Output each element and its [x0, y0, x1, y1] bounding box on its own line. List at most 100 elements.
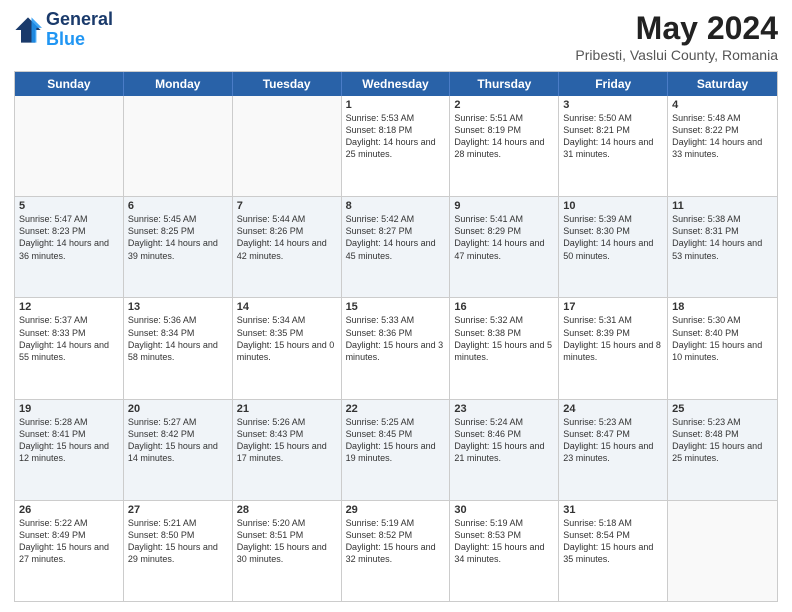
day-number: 7 — [237, 200, 337, 212]
calendar-row-4: 26Sunrise: 5:22 AM Sunset: 8:49 PM Dayli… — [15, 500, 777, 601]
cell-day-11: 11Sunrise: 5:38 AM Sunset: 8:31 PM Dayli… — [668, 197, 777, 297]
month-title: May 2024 — [575, 10, 778, 47]
cell-day-20: 20Sunrise: 5:27 AM Sunset: 8:42 PM Dayli… — [124, 400, 233, 500]
day-headers: SundayMondayTuesdayWednesdayThursdayFrid… — [15, 72, 777, 96]
day-header-monday: Monday — [124, 72, 233, 96]
day-number: 4 — [672, 99, 773, 111]
cell-day-19: 19Sunrise: 5:28 AM Sunset: 8:41 PM Dayli… — [15, 400, 124, 500]
day-number: 25 — [672, 403, 773, 415]
day-header-thursday: Thursday — [450, 72, 559, 96]
day-number: 24 — [563, 403, 663, 415]
cell-day-17: 17Sunrise: 5:31 AM Sunset: 8:39 PM Dayli… — [559, 298, 668, 398]
day-header-wednesday: Wednesday — [342, 72, 451, 96]
cell-info: Sunrise: 5:41 AM Sunset: 8:29 PM Dayligh… — [454, 213, 554, 262]
cell-day-10: 10Sunrise: 5:39 AM Sunset: 8:30 PM Dayli… — [559, 197, 668, 297]
cell-info: Sunrise: 5:50 AM Sunset: 8:21 PM Dayligh… — [563, 112, 663, 161]
day-number: 18 — [672, 301, 773, 313]
day-number: 20 — [128, 403, 228, 415]
cell-info: Sunrise: 5:23 AM Sunset: 8:47 PM Dayligh… — [563, 416, 663, 465]
cell-day-15: 15Sunrise: 5:33 AM Sunset: 8:36 PM Dayli… — [342, 298, 451, 398]
cell-day-16: 16Sunrise: 5:32 AM Sunset: 8:38 PM Dayli… — [450, 298, 559, 398]
cell-info: Sunrise: 5:27 AM Sunset: 8:42 PM Dayligh… — [128, 416, 228, 465]
cell-day-24: 24Sunrise: 5:23 AM Sunset: 8:47 PM Dayli… — [559, 400, 668, 500]
cell-day-22: 22Sunrise: 5:25 AM Sunset: 8:45 PM Dayli… — [342, 400, 451, 500]
day-number: 23 — [454, 403, 554, 415]
cell-info: Sunrise: 5:45 AM Sunset: 8:25 PM Dayligh… — [128, 213, 228, 262]
day-number: 17 — [563, 301, 663, 313]
day-number: 9 — [454, 200, 554, 212]
day-number: 28 — [237, 504, 337, 516]
page: General Blue May 2024 Pribesti, Vaslui C… — [0, 0, 792, 612]
cell-empty-0-2 — [233, 96, 342, 196]
cell-day-1: 1Sunrise: 5:53 AM Sunset: 8:18 PM Daylig… — [342, 96, 451, 196]
cell-info: Sunrise: 5:22 AM Sunset: 8:49 PM Dayligh… — [19, 517, 119, 566]
cell-info: Sunrise: 5:32 AM Sunset: 8:38 PM Dayligh… — [454, 314, 554, 363]
cell-day-2: 2Sunrise: 5:51 AM Sunset: 8:19 PM Daylig… — [450, 96, 559, 196]
day-number: 22 — [346, 403, 446, 415]
day-number: 26 — [19, 504, 119, 516]
day-header-friday: Friday — [559, 72, 668, 96]
cell-info: Sunrise: 5:39 AM Sunset: 8:30 PM Dayligh… — [563, 213, 663, 262]
cell-day-9: 9Sunrise: 5:41 AM Sunset: 8:29 PM Daylig… — [450, 197, 559, 297]
cell-day-3: 3Sunrise: 5:50 AM Sunset: 8:21 PM Daylig… — [559, 96, 668, 196]
cell-info: Sunrise: 5:34 AM Sunset: 8:35 PM Dayligh… — [237, 314, 337, 363]
cell-day-5: 5Sunrise: 5:47 AM Sunset: 8:23 PM Daylig… — [15, 197, 124, 297]
cell-info: Sunrise: 5:25 AM Sunset: 8:45 PM Dayligh… — [346, 416, 446, 465]
cell-info: Sunrise: 5:37 AM Sunset: 8:33 PM Dayligh… — [19, 314, 119, 363]
header: General Blue May 2024 Pribesti, Vaslui C… — [14, 10, 778, 63]
calendar-row-0: 1Sunrise: 5:53 AM Sunset: 8:18 PM Daylig… — [15, 96, 777, 196]
cell-info: Sunrise: 5:48 AM Sunset: 8:22 PM Dayligh… — [672, 112, 773, 161]
calendar-row-2: 12Sunrise: 5:37 AM Sunset: 8:33 PM Dayli… — [15, 297, 777, 398]
cell-info: Sunrise: 5:28 AM Sunset: 8:41 PM Dayligh… — [19, 416, 119, 465]
day-number: 21 — [237, 403, 337, 415]
cell-empty-4-6 — [668, 501, 777, 601]
cell-info: Sunrise: 5:18 AM Sunset: 8:54 PM Dayligh… — [563, 517, 663, 566]
calendar-row-1: 5Sunrise: 5:47 AM Sunset: 8:23 PM Daylig… — [15, 196, 777, 297]
day-header-sunday: Sunday — [15, 72, 124, 96]
cell-info: Sunrise: 5:26 AM Sunset: 8:43 PM Dayligh… — [237, 416, 337, 465]
cell-info: Sunrise: 5:51 AM Sunset: 8:19 PM Dayligh… — [454, 112, 554, 161]
cell-info: Sunrise: 5:21 AM Sunset: 8:50 PM Dayligh… — [128, 517, 228, 566]
cell-day-4: 4Sunrise: 5:48 AM Sunset: 8:22 PM Daylig… — [668, 96, 777, 196]
subtitle: Pribesti, Vaslui County, Romania — [575, 47, 778, 63]
cell-day-18: 18Sunrise: 5:30 AM Sunset: 8:40 PM Dayli… — [668, 298, 777, 398]
day-number: 30 — [454, 504, 554, 516]
cell-empty-0-0 — [15, 96, 124, 196]
day-number: 13 — [128, 301, 228, 313]
cell-info: Sunrise: 5:38 AM Sunset: 8:31 PM Dayligh… — [672, 213, 773, 262]
day-header-saturday: Saturday — [668, 72, 777, 96]
cell-day-12: 12Sunrise: 5:37 AM Sunset: 8:33 PM Dayli… — [15, 298, 124, 398]
day-number: 15 — [346, 301, 446, 313]
cell-day-8: 8Sunrise: 5:42 AM Sunset: 8:27 PM Daylig… — [342, 197, 451, 297]
cell-day-26: 26Sunrise: 5:22 AM Sunset: 8:49 PM Dayli… — [15, 501, 124, 601]
cell-info: Sunrise: 5:30 AM Sunset: 8:40 PM Dayligh… — [672, 314, 773, 363]
cell-empty-0-1 — [124, 96, 233, 196]
cell-info: Sunrise: 5:24 AM Sunset: 8:46 PM Dayligh… — [454, 416, 554, 465]
cell-day-27: 27Sunrise: 5:21 AM Sunset: 8:50 PM Dayli… — [124, 501, 233, 601]
calendar: SundayMondayTuesdayWednesdayThursdayFrid… — [14, 71, 778, 602]
cell-day-25: 25Sunrise: 5:23 AM Sunset: 8:48 PM Dayli… — [668, 400, 777, 500]
logo-line1: General — [46, 10, 113, 30]
day-number: 2 — [454, 99, 554, 111]
cell-info: Sunrise: 5:42 AM Sunset: 8:27 PM Dayligh… — [346, 213, 446, 262]
cell-info: Sunrise: 5:36 AM Sunset: 8:34 PM Dayligh… — [128, 314, 228, 363]
day-number: 14 — [237, 301, 337, 313]
cell-info: Sunrise: 5:20 AM Sunset: 8:51 PM Dayligh… — [237, 517, 337, 566]
day-number: 11 — [672, 200, 773, 212]
cell-info: Sunrise: 5:31 AM Sunset: 8:39 PM Dayligh… — [563, 314, 663, 363]
cell-info: Sunrise: 5:19 AM Sunset: 8:52 PM Dayligh… — [346, 517, 446, 566]
day-number: 8 — [346, 200, 446, 212]
logo-line2: Blue — [46, 29, 85, 49]
cell-day-28: 28Sunrise: 5:20 AM Sunset: 8:51 PM Dayli… — [233, 501, 342, 601]
logo-text: General Blue — [46, 10, 113, 50]
logo-icon — [14, 16, 42, 44]
day-number: 16 — [454, 301, 554, 313]
calendar-body: 1Sunrise: 5:53 AM Sunset: 8:18 PM Daylig… — [15, 96, 777, 601]
cell-info: Sunrise: 5:19 AM Sunset: 8:53 PM Dayligh… — [454, 517, 554, 566]
cell-day-21: 21Sunrise: 5:26 AM Sunset: 8:43 PM Dayli… — [233, 400, 342, 500]
day-number: 31 — [563, 504, 663, 516]
cell-info: Sunrise: 5:53 AM Sunset: 8:18 PM Dayligh… — [346, 112, 446, 161]
title-area: May 2024 Pribesti, Vaslui County, Romani… — [575, 10, 778, 63]
day-number: 27 — [128, 504, 228, 516]
day-number: 3 — [563, 99, 663, 111]
